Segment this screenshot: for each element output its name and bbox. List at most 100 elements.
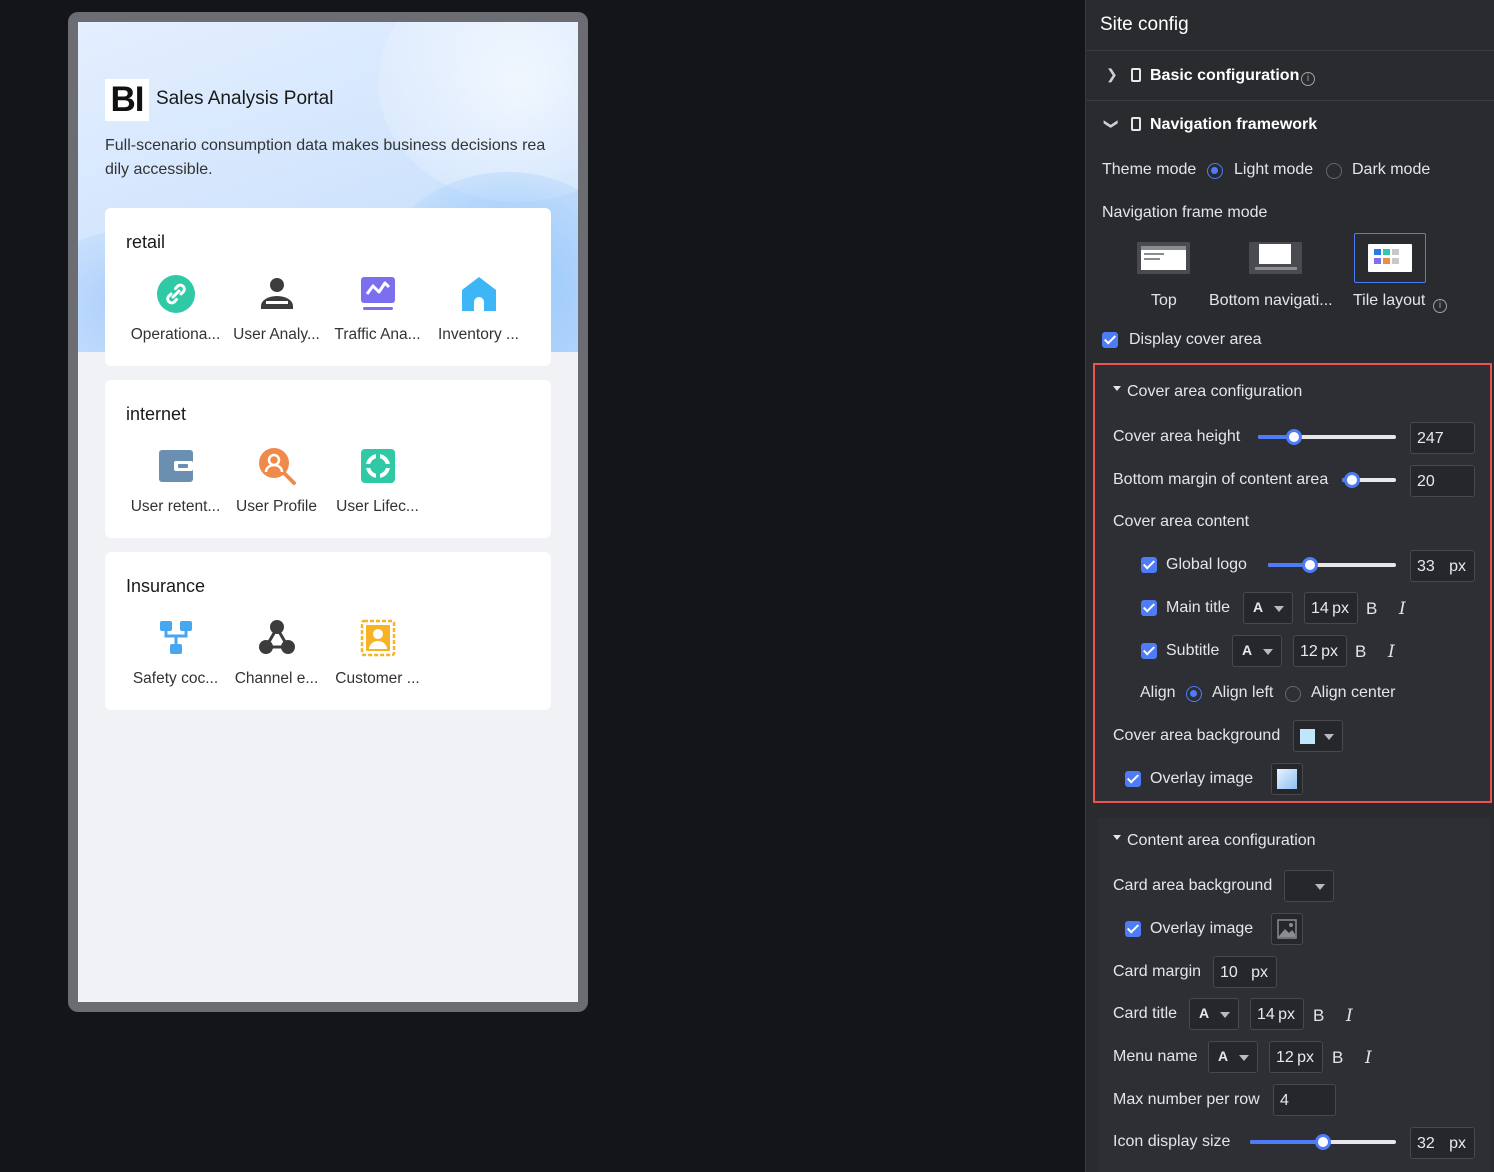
user-search-icon <box>258 448 296 485</box>
content-overlay-image-picker[interactable] <box>1271 913 1303 945</box>
global-logo-checkbox[interactable] <box>1141 557 1157 573</box>
info-icon[interactable]: i <box>1433 295 1447 313</box>
theme-dark-label[interactable]: Dark mode <box>1352 161 1430 179</box>
cover-overlay-image-picker[interactable] <box>1271 763 1303 795</box>
card-title: Insurance <box>126 576 206 596</box>
global-logo: BI <box>105 79 149 121</box>
overlay-image-thumbnail <box>1277 769 1297 789</box>
cover-height-input[interactable]: 247 <box>1410 422 1475 454</box>
card-title-size-input[interactable]: 14 px <box>1250 998 1304 1030</box>
display-cover-label[interactable]: Display cover area <box>1129 331 1262 349</box>
theme-light-label[interactable]: Light mode <box>1234 161 1313 179</box>
mode-top-option[interactable] <box>1128 233 1200 283</box>
main-title-color-dropdown[interactable]: A <box>1243 592 1293 624</box>
menu-item[interactable]: User Profile <box>226 446 327 516</box>
menu-item[interactable]: Inventory ... <box>428 274 529 344</box>
bottom-margin-slider[interactable] <box>1342 472 1396 488</box>
display-cover-checkbox[interactable] <box>1102 332 1118 348</box>
subtitle-color-dropdown[interactable]: A <box>1232 635 1282 667</box>
menu-card-retail: retail Operationa... User Analy... Traff… <box>105 208 551 366</box>
cover-background-color-picker[interactable] <box>1293 720 1343 752</box>
content-config-title-text: Content area configuration <box>1127 832 1316 849</box>
max-per-row-input[interactable]: 4 <box>1273 1084 1336 1116</box>
italic-toggle[interactable]: I <box>1399 599 1406 619</box>
caret-down-icon <box>1113 835 1121 841</box>
bottom-layout-thumbnail <box>1249 242 1302 274</box>
content-overlay-label: Overlay image <box>1150 920 1254 937</box>
cover-config-title[interactable]: Cover area configuration <box>1113 383 1302 401</box>
bold-toggle[interactable]: B <box>1313 1006 1324 1026</box>
slider-handle[interactable] <box>1344 472 1360 488</box>
cover-height-slider[interactable] <box>1258 429 1396 445</box>
mobile-preview-screen: BI Sales Analysis Portal Full-scenario c… <box>78 22 578 1002</box>
menu-name-color-dropdown[interactable]: A <box>1208 1041 1258 1073</box>
mobile-preview-frame: BI Sales Analysis Portal Full-scenario c… <box>68 12 588 1012</box>
card-margin-input[interactable]: 10 px <box>1213 956 1277 988</box>
menu-item[interactable]: User Analy... <box>226 274 327 344</box>
icon-size-slider[interactable] <box>1250 1134 1396 1150</box>
slider-handle[interactable] <box>1315 1134 1331 1150</box>
basic-configuration-title[interactable]: Basic configuration <box>1150 67 1299 85</box>
bold-toggle[interactable]: B <box>1366 599 1377 619</box>
subtitle-size-input[interactable]: 12 px <box>1293 635 1347 667</box>
menu-item[interactable]: User retent... <box>125 446 226 516</box>
nav-frame-mode-label: Navigation frame mode <box>1102 204 1268 221</box>
bottom-margin-value: 20 <box>1417 473 1435 490</box>
basic-configuration-header[interactable]: ❯ <box>1106 66 1118 84</box>
subtitle-checkbox[interactable] <box>1141 643 1157 659</box>
navigation-framework-title[interactable]: Navigation framework <box>1150 116 1317 134</box>
mode-tile-label[interactable]: Tile layout <box>1353 292 1425 310</box>
chevron-down-icon[interactable]: ❯ <box>1102 118 1120 130</box>
unit-label: px <box>1297 1049 1314 1066</box>
content-overlay-checkbox[interactable] <box>1125 921 1141 937</box>
italic-toggle[interactable]: I <box>1365 1048 1372 1068</box>
top-layout-thumbnail <box>1137 242 1190 274</box>
slider-handle[interactable] <box>1286 429 1302 445</box>
menu-name-size-input[interactable]: 12 px <box>1269 1041 1323 1073</box>
global-logo-value: 33 <box>1417 558 1435 575</box>
unit-label: px <box>1449 1135 1466 1152</box>
mode-top-label[interactable]: Top <box>1151 292 1177 310</box>
link-icon <box>156 275 195 313</box>
org-chart-icon <box>159 621 192 654</box>
menu-card-insurance: Insurance Safety coc... Channel e... Cus… <box>105 552 551 710</box>
bold-toggle[interactable]: B <box>1355 642 1366 662</box>
align-left-label[interactable]: Align left <box>1212 684 1273 702</box>
mode-bottom-label[interactable]: Bottom navigati... <box>1209 292 1333 310</box>
bold-toggle[interactable]: B <box>1332 1048 1343 1068</box>
card-title-size-value: 14 <box>1257 1006 1275 1023</box>
menu-item[interactable]: Operationa... <box>125 274 226 344</box>
content-config-title[interactable]: Content area configuration <box>1113 832 1316 850</box>
align-left-radio[interactable] <box>1186 686 1202 702</box>
menu-item[interactable]: Channel e... <box>226 618 327 688</box>
card-title-color-dropdown[interactable]: A <box>1189 998 1239 1030</box>
bottom-margin-input[interactable]: 20 <box>1410 465 1475 497</box>
cover-overlay-checkbox[interactable] <box>1125 771 1141 787</box>
main-title-size-input[interactable]: 14 px <box>1304 592 1358 624</box>
menu-item-label: User Analy... <box>233 326 320 343</box>
menu-item[interactable]: Customer ... <box>327 618 428 688</box>
slider-handle[interactable] <box>1302 557 1318 573</box>
italic-toggle[interactable]: I <box>1346 1006 1353 1026</box>
menu-item[interactable]: Traffic Ana... <box>327 274 428 344</box>
menu-item[interactable]: User Lifec... <box>327 446 428 516</box>
align-center-label[interactable]: Align center <box>1311 684 1396 702</box>
mode-bottom-option[interactable] <box>1240 233 1312 283</box>
unit-label: px <box>1321 643 1338 660</box>
italic-toggle[interactable]: I <box>1388 642 1395 662</box>
caret-down-icon <box>1220 1012 1230 1018</box>
mode-tile-option[interactable] <box>1354 233 1426 283</box>
icon-size-input[interactable]: 32 px <box>1410 1127 1475 1159</box>
caret-down-icon <box>1274 606 1284 612</box>
align-center-radio[interactable] <box>1285 686 1301 702</box>
menu-item-label: Operationa... <box>130 326 221 343</box>
menu-item[interactable]: Safety coc... <box>125 618 226 688</box>
global-logo-slider[interactable] <box>1268 557 1396 573</box>
theme-dark-radio[interactable] <box>1326 163 1342 179</box>
global-logo-input[interactable]: 33 px <box>1410 550 1475 582</box>
image-placeholder-icon <box>1277 919 1297 939</box>
info-icon[interactable]: i <box>1301 68 1315 86</box>
card-bg-color-picker[interactable] <box>1284 870 1334 902</box>
main-title-checkbox[interactable] <box>1141 600 1157 616</box>
theme-light-radio[interactable] <box>1207 163 1223 179</box>
